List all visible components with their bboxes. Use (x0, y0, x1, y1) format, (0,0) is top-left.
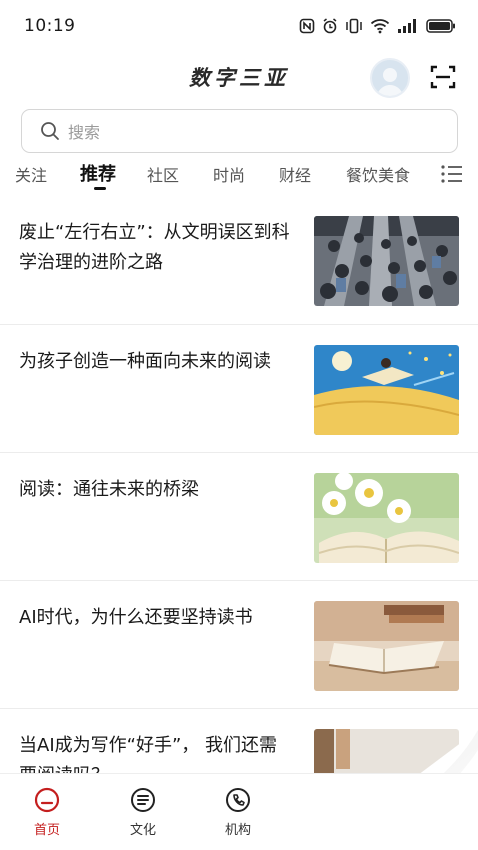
article-item[interactable]: 废止“左行右立”：从文明误区到科学治理的进阶之路 (0, 196, 478, 324)
book-flowers-image (314, 473, 459, 563)
status-icons (299, 18, 456, 34)
nav-label: 文化 (129, 823, 156, 838)
article-item[interactable]: 为孩子创造一种面向未来的阅读 (0, 324, 478, 452)
signal-icon (398, 19, 416, 33)
search-placeholder: 搜索 (68, 123, 101, 142)
article-title: 阅读：通往未来的桥梁 (19, 479, 199, 500)
bottom-nav: 首页 文化 机构 (0, 773, 478, 850)
tab-finance[interactable]: 财经 (279, 162, 311, 186)
partial-image (314, 729, 459, 773)
category-tabs: 关注 推荐 社区 时尚 财经 餐饮美食 (0, 158, 478, 194)
reading-illustration-image (314, 345, 459, 435)
book-on-table-image (314, 601, 459, 691)
nav-home[interactable]: 首页 (17, 786, 77, 838)
article-item[interactable]: AI时代，为什么还要坚持读书 (0, 580, 478, 708)
nav-label: 机构 (224, 823, 251, 838)
active-tab-indicator (94, 187, 106, 190)
article-title: 当AI成为写作“好手”， 我们还需要阅读吗？ (19, 735, 277, 773)
status-time: 10:19 (24, 16, 76, 36)
article-feed: 废止“左行右立”：从文明误区到科学治理的进阶之路 为孩子创造一种面向未来的阅读 … (0, 196, 478, 773)
tab-follow[interactable]: 关注 (15, 162, 47, 186)
tab-fashion[interactable]: 时尚 (213, 162, 245, 186)
wifi-icon (370, 19, 390, 34)
article-title: AI时代，为什么还要坚持读书 (19, 607, 253, 628)
vibrate-icon (346, 18, 362, 34)
search-input[interactable]: 搜索 (21, 109, 458, 153)
avatar[interactable] (370, 58, 410, 98)
nav-institution[interactable]: 机构 (208, 786, 268, 838)
list-menu-icon[interactable] (440, 164, 464, 184)
article-title: 废止“左行右立”：从文明误区到科学治理的进阶之路 (19, 222, 290, 273)
status-bar: 10:19 (0, 0, 478, 52)
user-avatar-icon (376, 68, 404, 96)
tab-recommend[interactable]: 推荐 (80, 160, 116, 186)
search-icon (41, 122, 59, 140)
culture-icon (131, 788, 155, 812)
article-item[interactable]: 阅读：通往未来的桥梁 (0, 452, 478, 580)
app-header: 数字三亚 (0, 52, 478, 104)
alarm-icon (323, 18, 337, 34)
tab-community[interactable]: 社区 (147, 162, 179, 186)
article-item[interactable]: 当AI成为写作“好手”， 我们还需要阅读吗？ (0, 708, 478, 773)
nav-culture[interactable]: 文化 (113, 786, 173, 838)
tab-food[interactable]: 餐饮美食 (346, 162, 410, 186)
scan-icon[interactable] (430, 64, 456, 90)
nfc-icon (299, 18, 315, 34)
escalator-crowd-image (314, 216, 459, 306)
battery-icon (426, 19, 455, 33)
phone-icon (226, 788, 250, 812)
article-title: 为孩子创造一种面向未来的阅读 (19, 351, 271, 372)
nav-label: 首页 (33, 823, 60, 838)
home-icon (34, 787, 60, 813)
